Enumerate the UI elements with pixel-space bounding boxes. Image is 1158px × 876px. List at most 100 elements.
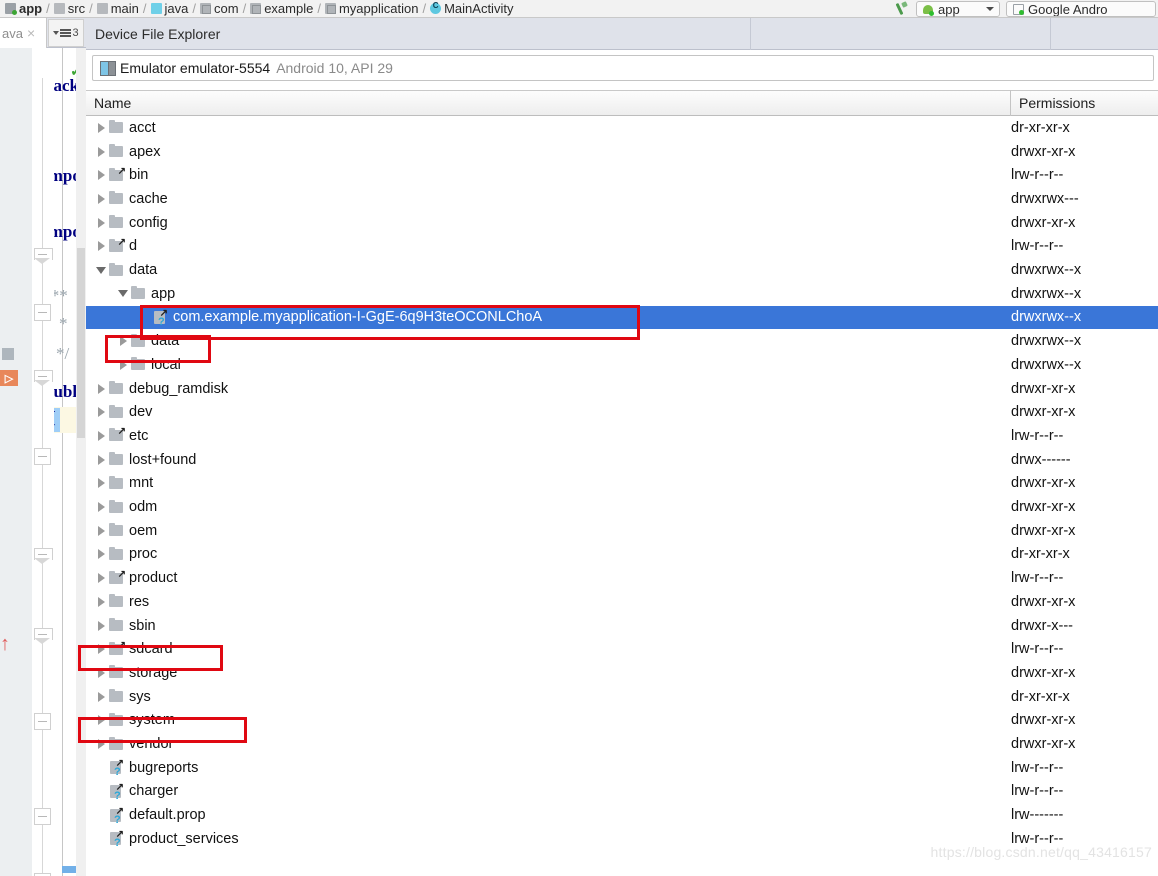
file-tree[interactable]: acct dr-xr-xr-x apex drwxr-xr-x ↗ bin lrw-r--r… bbox=[86, 116, 1158, 876]
column-header-name[interactable]: Name bbox=[86, 90, 1011, 116]
tree-row-permissions: drwxr-xr-x bbox=[1011, 475, 1076, 492]
breadcrumb-item-mainactivity[interactable]: MainActivity bbox=[429, 1, 514, 16]
tree-row-name: data bbox=[129, 262, 158, 279]
tree-row[interactable]: debug_ramdisk drwxr-xr-x bbox=[86, 377, 1158, 401]
tree-row[interactable]: system drwxr-xr-x bbox=[86, 709, 1158, 733]
run-gutter-icon[interactable]: ▷ bbox=[0, 370, 18, 386]
tree-row[interactable]: vendor drwxr-xr-x bbox=[86, 732, 1158, 756]
tree-row[interactable]: local drwxrwx--x bbox=[86, 353, 1158, 377]
tree-row[interactable]: lost+found drwx------ bbox=[86, 448, 1158, 472]
chevron-down-icon[interactable] bbox=[116, 282, 130, 306]
editor-gutter[interactable]: ▷ ↑ bbox=[0, 48, 32, 876]
tree-row[interactable]: mnt drwxr-xr-x bbox=[86, 472, 1158, 496]
editor-tab-mainactivity[interactable]: ava × bbox=[0, 18, 47, 48]
chevron-right-icon[interactable] bbox=[94, 661, 108, 685]
tree-row[interactable]: res drwxr-xr-x bbox=[86, 590, 1158, 614]
folder-icon bbox=[108, 523, 125, 538]
fold-marker-javadoc[interactable] bbox=[34, 370, 53, 387]
chevron-right-icon[interactable] bbox=[94, 566, 108, 590]
tree-row[interactable]: ↗ bin lrw-r--r-- bbox=[86, 163, 1158, 187]
breadcrumb-item-example[interactable]: example bbox=[249, 1, 314, 16]
tree-row[interactable]: ? ↗ charger lrw-r--r-- bbox=[86, 780, 1158, 804]
tree-row[interactable]: oem drwxr-xr-x bbox=[86, 519, 1158, 543]
tree-row-name: oem bbox=[129, 522, 158, 539]
chevron-right-icon[interactable] bbox=[116, 329, 130, 353]
close-icon[interactable]: × bbox=[27, 25, 35, 41]
chevron-right-icon[interactable] bbox=[94, 590, 108, 614]
wrench-icon[interactable] bbox=[896, 2, 910, 16]
chevron-right-icon[interactable] bbox=[94, 685, 108, 709]
editor-fold-column[interactable] bbox=[32, 48, 54, 876]
editor-tools-button[interactable]: 3 bbox=[48, 19, 84, 47]
chevron-right-icon[interactable] bbox=[94, 543, 108, 567]
tree-row[interactable]: ? ↗ bugreports lrw-r--r-- bbox=[86, 756, 1158, 780]
tree-row[interactable]: app drwxrwx--x bbox=[86, 282, 1158, 306]
chevron-right-icon[interactable] bbox=[94, 637, 108, 661]
chevron-right-icon[interactable] bbox=[94, 187, 108, 211]
chevron-down-icon[interactable] bbox=[94, 258, 108, 282]
tree-row[interactable]: acct dr-xr-xr-x bbox=[86, 116, 1158, 140]
editor-scrollbar[interactable] bbox=[76, 48, 86, 876]
folder-icon bbox=[108, 594, 125, 609]
tree-row[interactable]: cache drwxrwx--- bbox=[86, 187, 1158, 211]
tree-row[interactable]: data drwxrwx--x bbox=[86, 258, 1158, 282]
chevron-right-icon[interactable] bbox=[94, 116, 108, 140]
chevron-right-icon[interactable] bbox=[94, 377, 108, 401]
tree-row[interactable]: ↗ d lrw-r--r-- bbox=[86, 235, 1158, 259]
scrollbar-thumb[interactable] bbox=[77, 248, 85, 438]
chevron-right-icon[interactable] bbox=[94, 448, 108, 472]
tree-row[interactable]: storage drwxr-xr-x bbox=[86, 661, 1158, 685]
tree-row[interactable]: sbin drwxr-x--- bbox=[86, 614, 1158, 638]
device-selector[interactable]: Google Andro bbox=[1006, 1, 1156, 17]
tree-row-permissions: dr-xr-xr-x bbox=[1011, 688, 1070, 705]
chevron-right-icon[interactable] bbox=[94, 211, 108, 235]
breadcrumb-item-main[interactable]: main bbox=[96, 1, 140, 16]
chevron-right-icon[interactable] bbox=[94, 614, 108, 638]
column-header-permissions[interactable]: Permissions bbox=[1011, 90, 1095, 116]
chevron-right-icon[interactable] bbox=[94, 140, 108, 164]
tree-row[interactable]: proc dr-xr-xr-x bbox=[86, 543, 1158, 567]
tree-row[interactable]: odm drwxr-xr-x bbox=[86, 495, 1158, 519]
tree-row[interactable]: ↗ etc lrw-r--r-- bbox=[86, 424, 1158, 448]
tree-row[interactable]: ? ↗ com.example.myapplication-I-GgE-6q9H3t… bbox=[86, 305, 1158, 330]
breadcrumb-item-myapplication[interactable]: myapplication bbox=[324, 1, 420, 16]
chevron-right-icon[interactable] bbox=[94, 732, 108, 756]
tree-row[interactable]: data drwxrwx--x bbox=[86, 329, 1158, 353]
chevron-right-icon[interactable] bbox=[94, 163, 108, 187]
chevron-right-icon[interactable] bbox=[94, 400, 108, 424]
tree-row[interactable]: apex drwxr-xr-x bbox=[86, 140, 1158, 164]
chevron-right-icon[interactable] bbox=[94, 424, 108, 448]
fold-marker-import-block[interactable] bbox=[34, 248, 53, 265]
breadcrumb-item-com[interactable]: com bbox=[199, 1, 240, 16]
fold-marker-method-c[interactable] bbox=[34, 808, 51, 825]
chevron-right-icon[interactable] bbox=[94, 235, 108, 259]
tree-row-permissions: drwxrwx--x bbox=[1011, 285, 1082, 302]
tree-row[interactable]: ↗ product lrw-r--r-- bbox=[86, 566, 1158, 590]
chevron-right-icon[interactable] bbox=[94, 495, 108, 519]
tree-row[interactable]: ↗ sdcard lrw-r--r-- bbox=[86, 637, 1158, 661]
run-configuration-selector[interactable]: app bbox=[916, 1, 1000, 17]
breadcrumb-label: src bbox=[67, 0, 86, 16]
fold-marker-class-body[interactable] bbox=[34, 548, 53, 565]
tree-row[interactable]: config drwxr-xr-x bbox=[86, 211, 1158, 235]
breadcrumb-item-src[interactable]: src bbox=[53, 0, 86, 16]
fold-marker-method-b[interactable] bbox=[34, 713, 51, 730]
tree-row[interactable]: dev drwxr-xr-x bbox=[86, 400, 1158, 424]
tree-row[interactable]: sys dr-xr-xr-x bbox=[86, 685, 1158, 709]
folder-icon bbox=[108, 736, 125, 752]
fold-marker-import[interactable] bbox=[34, 304, 51, 321]
tree-row[interactable]: ? ↗ default.prop lrw------- bbox=[86, 803, 1158, 827]
fold-marker-method-a[interactable] bbox=[34, 628, 53, 645]
breadcrumb-item-app[interactable]: app bbox=[4, 1, 43, 16]
breadcrumb-item-java[interactable]: java bbox=[150, 1, 190, 16]
chevron-right-icon[interactable] bbox=[116, 353, 130, 377]
device-dropdown[interactable]: Emulator emulator-5554 Android 10, API 2… bbox=[92, 54, 1154, 81]
tree-row-name: debug_ramdisk bbox=[129, 380, 229, 397]
tree-row-name: cache bbox=[129, 190, 168, 207]
chevron-right-icon[interactable] bbox=[94, 519, 108, 543]
fold-marker-javadoc-end[interactable] bbox=[34, 448, 51, 465]
chevron-right-icon[interactable] bbox=[94, 472, 108, 496]
tree-row-name: sdcard bbox=[129, 641, 173, 658]
chevron-right-icon[interactable] bbox=[94, 709, 108, 733]
